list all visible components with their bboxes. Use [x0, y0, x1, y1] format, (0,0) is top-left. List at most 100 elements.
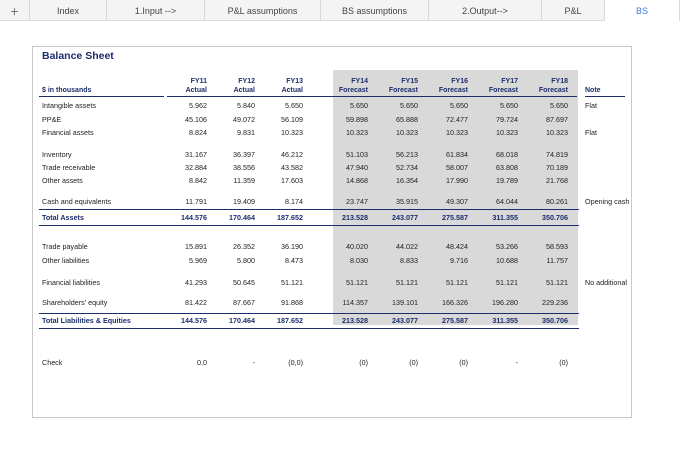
cell-value: 64.044: [496, 197, 518, 206]
row-note: Opening cash: [585, 197, 630, 206]
cell-value: 91.868: [281, 298, 303, 307]
cell-value: 196.280: [492, 298, 518, 307]
table-row: Total Liabilities & Equities 144.576 170.4…: [33, 314, 631, 328]
cell-value: 38.556: [233, 163, 255, 172]
cell-value: 10.323: [446, 128, 468, 137]
note-header: Note: [585, 87, 601, 94]
cell-value: 16.354: [396, 176, 418, 185]
sheet-title: Balance Sheet: [42, 50, 114, 62]
table-row: Financial liabilities 41.293 50.645 51.121 5…: [33, 276, 631, 290]
table-row: Check 0,0 - (0,0) (0) (0) (0) - (0): [33, 356, 631, 370]
row-label: Shareholders' equity: [42, 298, 108, 307]
col-type: Forecast: [438, 87, 468, 94]
row-label: Other assets: [42, 176, 83, 185]
cell-value: 15.891: [185, 242, 207, 251]
add-sheet-icon[interactable]: +: [0, 0, 30, 21]
unit-label: $ in thousands: [42, 87, 92, 94]
cell-value: 5.969: [189, 256, 207, 265]
cell-value: 275.587: [442, 316, 468, 325]
cell-value: 170.464: [229, 316, 255, 325]
cell-value: 187.652: [277, 316, 303, 325]
cell-value: 311.355: [492, 213, 518, 222]
cell-value: 49.072: [233, 115, 255, 124]
row-label: Total Liabilities & Equities: [42, 316, 131, 325]
row-label: Inventory: [42, 150, 72, 159]
cell-value: (0): [559, 358, 568, 367]
tab-pl-assumptions[interactable]: P&L assumptions: [205, 0, 321, 21]
row-label: Intangible assets: [42, 101, 96, 110]
cell-value: 56.213: [396, 150, 418, 159]
cell-value: 213.528: [342, 213, 368, 222]
cell-value: 35.915: [396, 197, 418, 206]
cell-value: 61.834: [446, 150, 468, 159]
cell-value: 10.323: [281, 128, 303, 137]
cell-value: 17.990: [446, 176, 468, 185]
cell-value: 5.650: [285, 101, 303, 110]
tab-pl[interactable]: P&L: [542, 0, 605, 21]
cell-value: 21.768: [546, 176, 568, 185]
tab-output[interactable]: 2.Output-->: [429, 0, 542, 21]
cell-value: 8.174: [285, 197, 303, 206]
cell-value: 87.697: [546, 115, 568, 124]
cell-value: 46.212: [281, 150, 303, 159]
table-row: Total Assets 144.576 170.464 187.652 213.528…: [33, 211, 631, 225]
cell-value: 311.355: [492, 316, 518, 325]
tab-bs[interactable]: BS: [605, 0, 680, 21]
cell-value: 52.734: [396, 163, 418, 172]
table-row: Trade receivable 32.884 38.556 43.582 47.940…: [33, 161, 631, 175]
cell-value: 26.352: [233, 242, 255, 251]
col-type: Forecast: [488, 87, 518, 94]
col-year: FY14: [351, 78, 368, 85]
cell-value: 170.464: [229, 213, 255, 222]
col-type: Actual: [185, 87, 207, 94]
cell-value: 65.888: [396, 115, 418, 124]
sheet-tab-bar: + Index 1.Input --> P&L assumptions BS a…: [0, 0, 680, 21]
row-label: Total Assets: [42, 213, 84, 222]
cell-value: 243.077: [392, 316, 418, 325]
col-type: Actual: [281, 87, 303, 94]
cell-value: 166.326: [442, 298, 468, 307]
cell-value: 44.022: [396, 242, 418, 251]
cell-value: 40.020: [346, 242, 368, 251]
cell-value: 58.593: [546, 242, 568, 251]
col-type: Forecast: [538, 87, 568, 94]
cell-value: 74.819: [546, 150, 568, 159]
cell-value: 49.307: [446, 197, 468, 206]
table-row: Cash and equivalents 11.791 19.409 8.174 23.…: [33, 195, 631, 209]
cell-value: 31.167: [185, 150, 207, 159]
cell-value: 45.106: [185, 115, 207, 124]
balance-sheet-table: Balance Sheet FY11 Actual FY12 Actual FY…: [32, 46, 632, 418]
cell-value: 72.477: [446, 115, 468, 124]
cell-value: 5.650: [500, 101, 518, 110]
cell-value: 51.121: [446, 278, 468, 287]
table-row: Other assets 8.842 11.359 17.603 14.868 16.35…: [33, 174, 631, 188]
cell-value: 0,0: [197, 358, 207, 367]
table-row: PP&E 45.106 49.072 56.109 59.898 65.888 72.477…: [33, 113, 631, 127]
cell-value: 48.424: [446, 242, 468, 251]
header-underline: [39, 96, 164, 97]
cell-value: 8.833: [400, 256, 418, 265]
total-rule: [39, 225, 579, 226]
tab-bs-assumptions[interactable]: BS assumptions: [321, 0, 429, 21]
header-underline: [585, 96, 625, 97]
cell-value: 80.261: [546, 197, 568, 206]
cell-value: 32.884: [185, 163, 207, 172]
row-label: Financial liabilities: [42, 278, 100, 287]
tab-index[interactable]: Index: [30, 0, 107, 21]
cell-value: 11.791: [185, 197, 207, 206]
cell-value: 51.103: [346, 150, 368, 159]
cell-value: -: [515, 358, 518, 367]
cell-value: (0,0): [288, 358, 303, 367]
row-label: PP&E: [42, 115, 62, 124]
cell-value: 213.528: [342, 316, 368, 325]
cell-value: 87.667: [233, 298, 255, 307]
tab-input[interactable]: 1.Input -->: [107, 0, 205, 21]
row-label: Check: [42, 358, 63, 367]
cell-value: 10.323: [396, 128, 418, 137]
cell-value: -: [252, 358, 255, 367]
cell-value: (0): [409, 358, 418, 367]
cell-value: 14.868: [346, 176, 368, 185]
row-note: Flat: [585, 128, 597, 137]
cell-value: 36.190: [281, 242, 303, 251]
col-year: FY11: [190, 78, 207, 85]
